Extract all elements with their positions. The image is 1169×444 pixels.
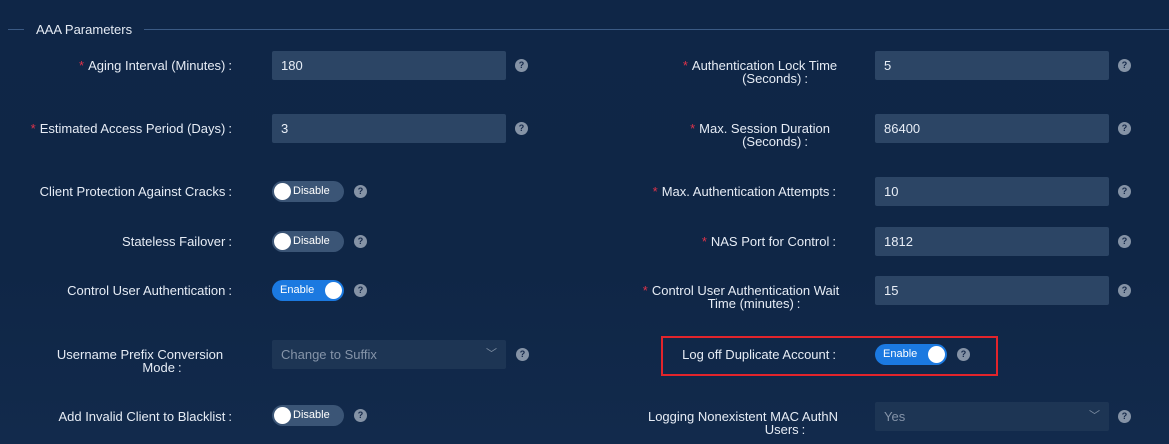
required-mark: * <box>701 234 707 249</box>
control-user-wait-label: * Control User Authentication Wait Time (… <box>628 284 854 310</box>
help-icon[interactable]: ? <box>1118 235 1131 248</box>
help-icon[interactable]: ? <box>515 59 528 72</box>
add-invalid-client-label-text: Add Invalid Client to Blacklist <box>58 409 226 424</box>
auth-lock-time-input[interactable]: 5 <box>875 51 1109 80</box>
help-icon[interactable]: ? <box>1118 284 1131 297</box>
add-invalid-client-toggle[interactable]: Disable <box>272 405 344 426</box>
help-icon[interactable]: ? <box>515 122 528 135</box>
help-icon[interactable]: ? <box>1118 410 1131 423</box>
estimated-access-period-label-text: Estimated Access Period (Days) <box>39 121 226 136</box>
help-icon[interactable]: ? <box>354 235 367 248</box>
auth-lock-time-label: * Authentication Lock Time (Seconds): <box>660 59 860 85</box>
colon: : <box>832 347 836 362</box>
username-prefix-label-line1: Username Prefix Conversion <box>56 347 224 362</box>
max-auth-attempts-label: * Max. Authentication Attempts: <box>600 185 836 198</box>
colon: : <box>228 184 232 199</box>
toggle-knob <box>274 183 291 200</box>
max-session-duration-input[interactable]: 86400 <box>875 114 1109 143</box>
stateless-failover-label-text: Stateless Failover <box>122 234 226 249</box>
colon: : <box>832 184 836 199</box>
toggle-text: Enable <box>280 284 315 296</box>
toggle-text: Disable <box>293 185 330 197</box>
max-session-duration-label: * Max. Session Duration (Seconds): <box>670 122 850 148</box>
control-user-wait-input[interactable]: 15 <box>875 276 1109 305</box>
colon: : <box>228 58 232 73</box>
logging-nonexistent-mac-label: Logging Nonexistent MAC AuthN Users: <box>630 410 856 436</box>
colon: : <box>801 422 806 437</box>
toggle-knob <box>274 407 291 424</box>
help-icon[interactable]: ? <box>354 284 367 297</box>
log-off-duplicate-label: Log off Duplicate Account: <box>660 348 836 361</box>
required-mark: * <box>642 283 648 298</box>
log-off-duplicate-label-text: Log off Duplicate Account <box>682 347 830 362</box>
control-user-auth-label: Control User Authentication: <box>20 284 232 297</box>
help-icon[interactable]: ? <box>354 185 367 198</box>
required-mark: * <box>682 58 688 73</box>
nas-port-label-text: NAS Port for Control <box>710 234 830 249</box>
logging-nonexistent-mac-value: Yes <box>884 409 906 424</box>
control-user-wait-label-line2: Time (minutes) <box>707 296 794 311</box>
nas-port-input[interactable]: 1812 <box>875 227 1109 256</box>
toggle-knob <box>928 346 945 363</box>
help-icon[interactable]: ? <box>1118 122 1131 135</box>
logging-nonexistent-mac-select[interactable]: Yes ﹀ <box>875 402 1109 431</box>
auth-lock-time-label-line2: (Seconds) <box>742 71 802 86</box>
control-user-auth-toggle[interactable]: Enable <box>272 280 344 301</box>
nas-port-label: * NAS Port for Control: <box>640 235 836 248</box>
colon: : <box>177 360 182 375</box>
colon: : <box>832 234 836 249</box>
stateless-failover-toggle[interactable]: Disable <box>272 231 344 252</box>
toggle-text: Disable <box>293 409 330 421</box>
client-protection-toggle[interactable]: Disable <box>272 181 344 202</box>
control-user-auth-label-text: Control User Authentication <box>67 283 226 298</box>
username-prefix-label: Username Prefix Conversion Mode: <box>40 348 240 374</box>
log-off-duplicate-toggle[interactable]: Enable <box>875 344 947 365</box>
colon: : <box>796 296 801 311</box>
toggle-knob <box>325 282 342 299</box>
stateless-failover-label: Stateless Failover: <box>40 235 232 248</box>
username-prefix-label-line2: Mode <box>142 360 175 375</box>
help-icon[interactable]: ? <box>354 409 367 422</box>
colon: : <box>228 283 232 298</box>
section-title: AAA Parameters <box>36 22 133 37</box>
colon: : <box>228 121 232 136</box>
aging-interval-input[interactable]: 180 <box>272 51 506 80</box>
colon: : <box>228 409 232 424</box>
required-mark: * <box>79 58 85 73</box>
help-icon[interactable]: ? <box>1118 185 1131 198</box>
max-auth-attempts-label-text: Max. Authentication Attempts <box>661 184 830 199</box>
toggle-text: Enable <box>883 348 918 360</box>
help-icon[interactable]: ? <box>957 348 970 361</box>
fieldset-border-left <box>8 29 24 30</box>
help-icon[interactable]: ? <box>1118 59 1131 72</box>
max-auth-attempts-input[interactable]: 10 <box>875 177 1109 206</box>
toggle-text: Disable <box>293 235 330 247</box>
required-mark: * <box>690 121 696 136</box>
toggle-knob <box>274 233 291 250</box>
estimated-access-period-label: * Estimated Access Period (Days): <box>10 122 232 135</box>
colon: : <box>804 134 808 149</box>
chevron-down-icon: ﹀ <box>486 348 497 360</box>
aging-interval-label: * Aging Interval (Minutes): <box>40 59 232 72</box>
colon: : <box>228 234 232 249</box>
client-protection-label: Client Protection Against Cracks: <box>10 185 232 198</box>
aging-interval-label-text: Aging Interval (Minutes) <box>88 58 226 73</box>
required-mark: * <box>30 121 36 136</box>
colon: : <box>804 71 808 86</box>
required-mark: * <box>652 184 658 199</box>
logging-nonexistent-mac-label-line1: Logging Nonexistent MAC AuthN <box>647 409 839 424</box>
estimated-access-period-input[interactable]: 3 <box>272 114 506 143</box>
client-protection-label-text: Client Protection Against Cracks <box>39 184 226 199</box>
max-session-duration-label-line2: (Seconds) <box>742 134 802 149</box>
help-icon[interactable]: ? <box>516 348 529 361</box>
logging-nonexistent-mac-label-line2: Users <box>764 422 799 437</box>
username-prefix-select[interactable]: Change to Suffix ﹀ <box>272 340 506 369</box>
add-invalid-client-label: Add Invalid Client to Blacklist: <box>20 410 232 423</box>
fieldset-border-right <box>144 29 1169 30</box>
username-prefix-value: Change to Suffix <box>281 347 377 362</box>
chevron-down-icon: ﹀ <box>1089 410 1100 422</box>
